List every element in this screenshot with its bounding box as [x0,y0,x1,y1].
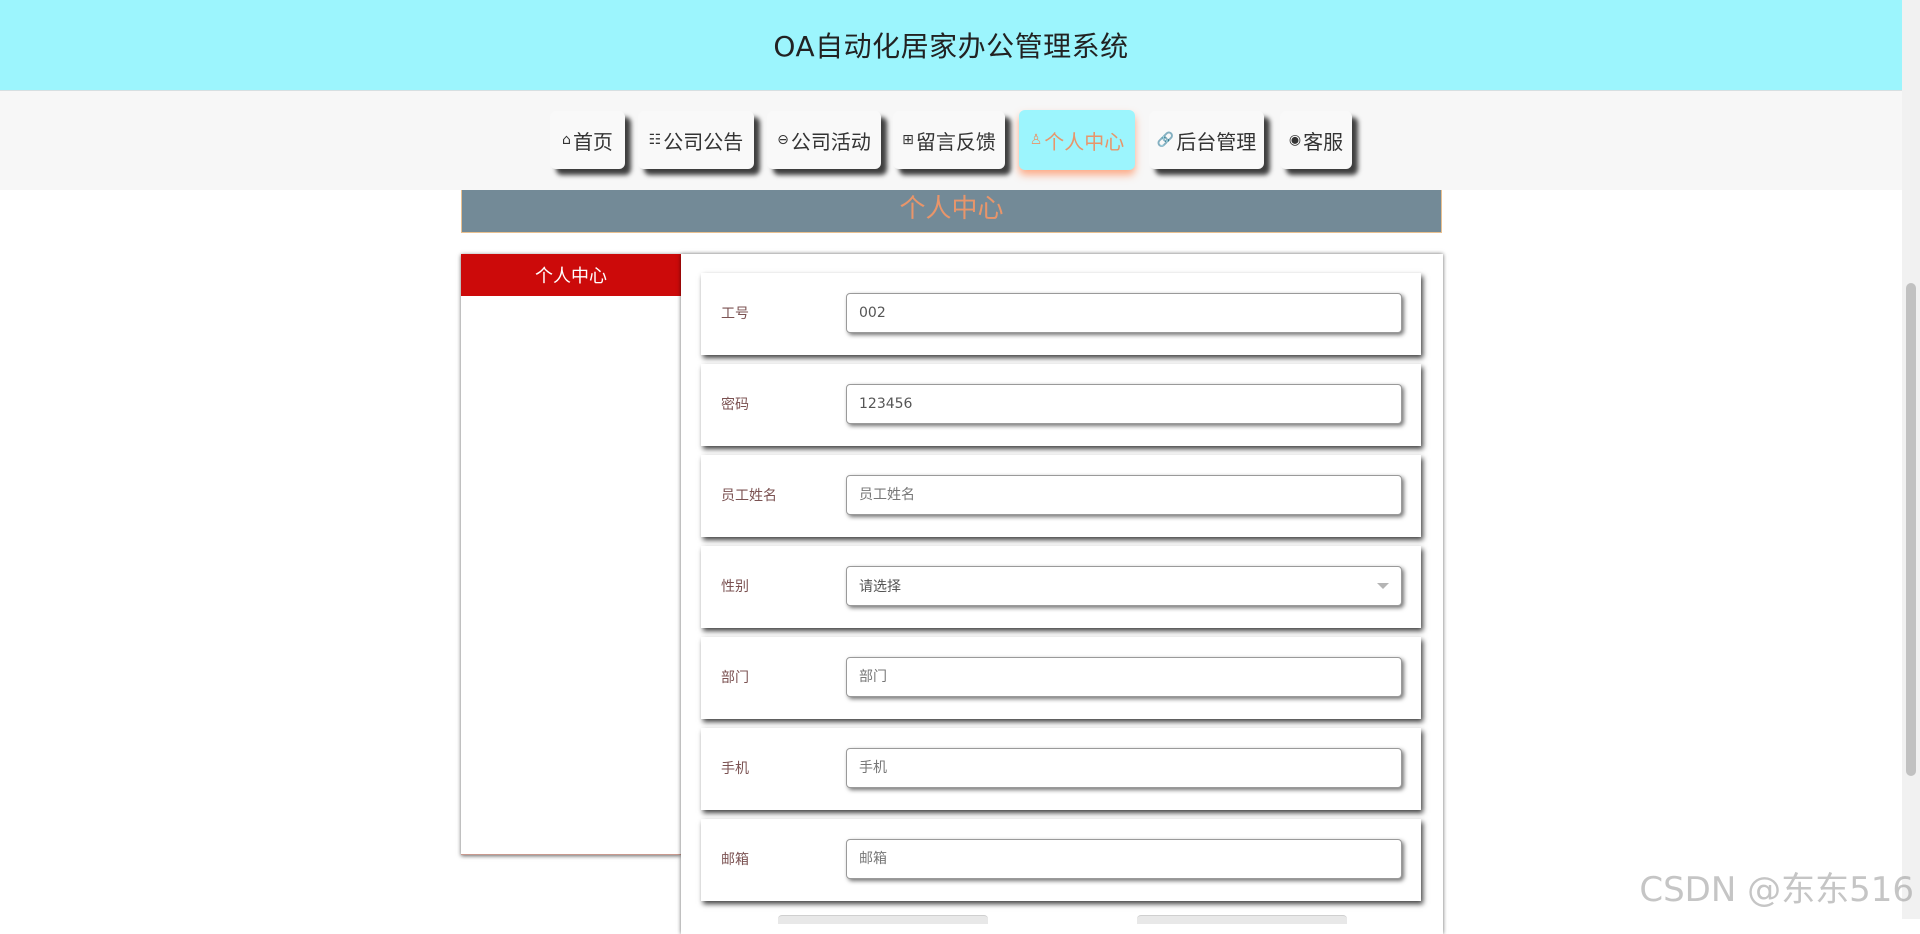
employee-name-input[interactable] [846,475,1402,515]
form-row-email: 邮箱 [701,819,1421,901]
employee-id-label: 工号 [721,306,749,322]
watermark: CSDN @东东516 [1639,870,1914,910]
nav-label: 留言反馈 [915,129,996,154]
nav-feedback[interactable]: ⊞ 留言反馈 [893,111,1005,169]
scrollbar-thumb[interactable] [1906,283,1916,776]
email-label: 邮箱 [721,852,749,868]
department-label: 部门 [721,670,749,686]
site-title: OA自动化居家办公管理系统 [773,30,1129,63]
user-icon: ♙ [1029,132,1043,148]
password-input[interactable] [846,384,1402,424]
nav-label: 后台管理 [1176,129,1257,154]
sidebar-title: 个人中心 [461,254,681,296]
phone-input[interactable] [846,748,1402,788]
form-row-department: 部门 [701,637,1421,719]
form-row-gender: 性别 请选择 [701,546,1421,628]
profile-form: 工号 密码 员工姓名 性别 请选择 部门 手机 邮箱 [681,254,1443,934]
gender-select[interactable]: 请选择 [846,566,1402,606]
nav-customer-service[interactable]: ◉ 客服 [1280,111,1352,169]
chat-icon: ◉ [1288,132,1302,148]
link-icon: 🔗 [1156,132,1175,148]
printer-icon: ⊖ [777,132,789,148]
department-input[interactable] [846,657,1402,697]
nav-company-events[interactable]: ⊖ 公司活动 [767,111,881,169]
logout-button[interactable] [1137,915,1347,924]
nav-label: 公司公告 [663,129,744,154]
page-banner: 个人中心 [461,190,1442,233]
nav-label: 公司活动 [790,129,871,154]
phone-label: 手机 [721,761,749,777]
nav-label: 客服 [1303,129,1344,154]
form-row-employee-id: 工号 [701,273,1421,355]
form-row-employee-name: 员工姓名 [701,455,1421,537]
gender-select-value: 请选择 [859,579,901,595]
book-icon: ⊞ [902,132,914,148]
top-nav: ⌂ 首页 ☷ 公司公告 ⊖ 公司活动 ⊞ 留言反馈 ♙ 个人中心 🔗 后台管理 ◉ 客服 [0,91,1902,190]
nav-label: 首页 [572,129,613,154]
site-header: OA自动化居家办公管理系统 [0,0,1902,91]
page-scrollbar[interactable] [1902,0,1920,919]
sidebar: 个人中心 [461,254,681,855]
form-row-phone: 手机 [701,728,1421,810]
nav-personal-center[interactable]: ♙ 个人中心 [1019,110,1135,170]
sliders-icon: ☷ [648,132,662,148]
nav-admin[interactable]: 🔗 后台管理 [1149,111,1264,169]
nav-label: 个人中心 [1044,129,1125,154]
employee-id-input[interactable] [846,293,1402,333]
email-input[interactable] [846,839,1402,879]
nav-company-notices[interactable]: ☷ 公司公告 [638,111,754,169]
form-row-password: 密码 [701,364,1421,446]
nav-home[interactable]: ⌂ 首页 [550,111,625,169]
update-button[interactable] [778,915,988,924]
home-icon: ⌂ [562,132,571,148]
password-label: 密码 [721,397,749,413]
employee-name-label: 员工姓名 [721,488,777,504]
gender-label: 性别 [721,579,749,595]
chevron-down-icon [1377,583,1389,589]
banner-title: 个人中心 [899,193,1004,224]
